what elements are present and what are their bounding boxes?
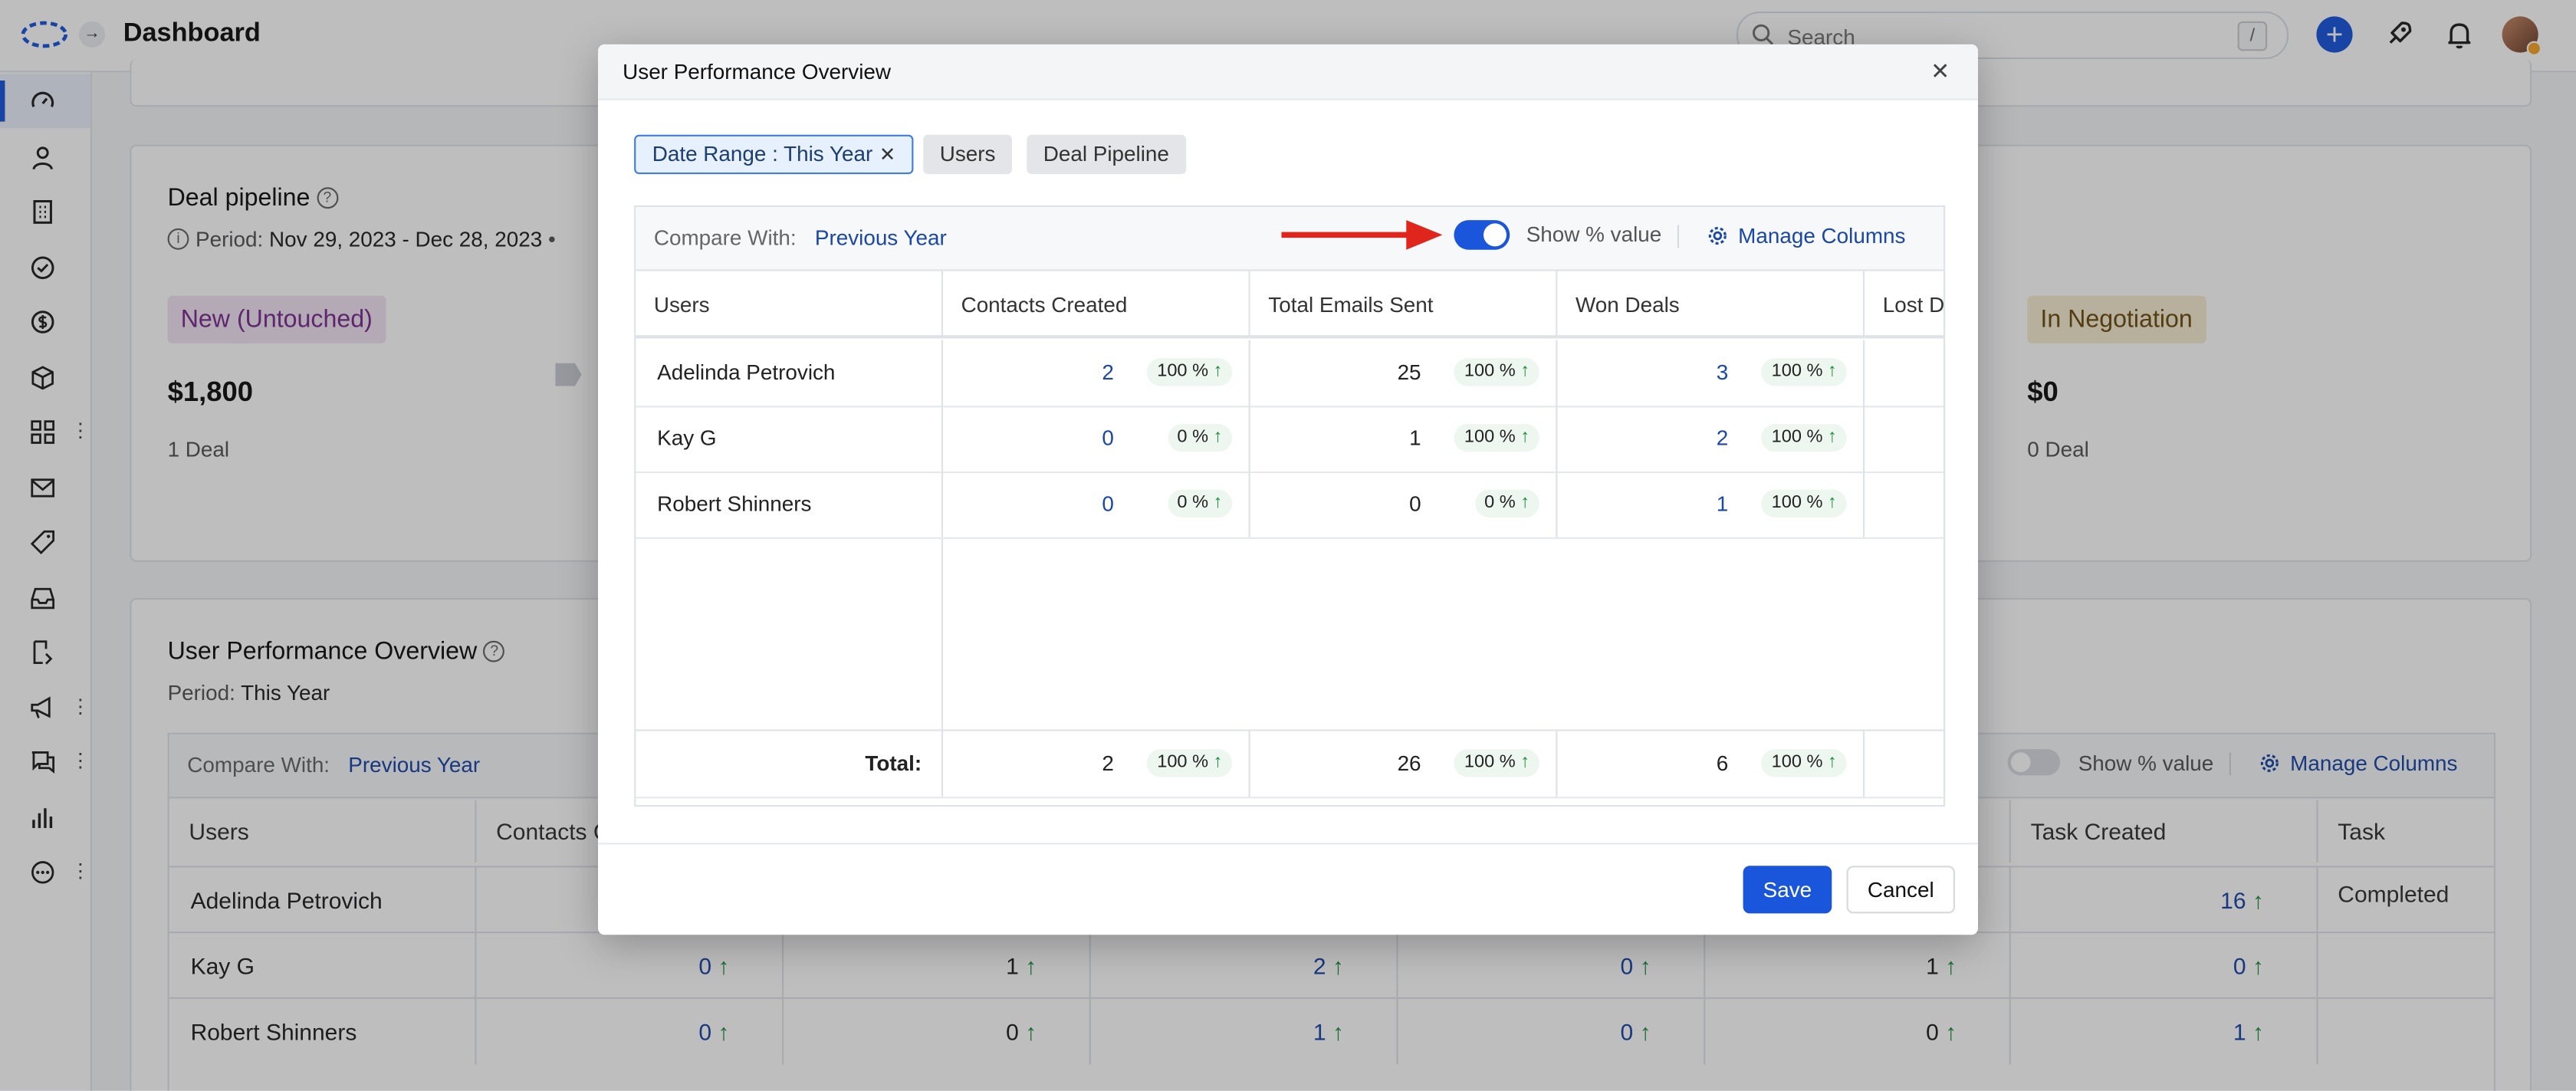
column-header-lost-deals[interactable]: Lost D: [1865, 271, 1944, 339]
remove-filter-icon[interactable]: ✕: [879, 136, 896, 173]
percent-badge: 100 % ↑: [1454, 749, 1539, 777]
percent-badge: 0 % ↑: [1167, 423, 1233, 452]
percent-badge: 100 % ↑: [1761, 358, 1847, 386]
cancel-button[interactable]: Cancel: [1846, 866, 1955, 914]
won-deals-value[interactable]: 1: [1717, 472, 1729, 537]
percent-badge: 100 % ↑: [1761, 423, 1847, 452]
up-arrow-icon: ↑: [1827, 752, 1837, 773]
emails-value: 0: [1409, 491, 1421, 516]
lost-deals-total-cell: [1865, 731, 1944, 797]
up-arrow-icon: ↑: [1827, 427, 1837, 447]
show-percent-toggle[interactable]: [1454, 220, 1510, 250]
up-arrow-icon: ↑: [1213, 361, 1223, 382]
percent-badge: 100 % ↑: [1147, 358, 1233, 386]
percent-badge: 100 % ↑: [1761, 489, 1847, 518]
emails-total-cell: 26 100 % ↑: [1250, 731, 1558, 797]
won-deals-cell: 3 100 % ↑: [1557, 340, 1865, 406]
table-row: Kay G 0 0 % ↑ 1 100 % ↑ 2 100 % ↑: [636, 406, 1944, 474]
user-name: Kay G: [636, 406, 943, 472]
up-arrow-icon: ↑: [1520, 361, 1530, 382]
filter-chip-deal-pipeline[interactable]: Deal Pipeline: [1027, 134, 1186, 175]
percent-badge: 100 % ↑: [1147, 749, 1233, 777]
emails-cell: 0 0 % ↑: [1250, 472, 1558, 537]
column-header-total-emails-sent[interactable]: Total Emails Sent: [1250, 271, 1558, 339]
table-total-row: Total: 2 100 % ↑ 26 100 % ↑ 6 100 % ↑: [636, 729, 1944, 799]
total-label: Total:: [865, 751, 922, 776]
up-arrow-icon: ↑: [1213, 427, 1223, 447]
column-header-users[interactable]: Users: [636, 271, 943, 339]
percent-badge: 0 % ↑: [1474, 489, 1539, 518]
gear-icon: [1708, 226, 1727, 245]
emails-value: 25: [1397, 360, 1421, 385]
modal-header: User Performance Overview ✕: [598, 44, 1978, 100]
up-arrow-icon: ↑: [1827, 492, 1837, 513]
user-name: Robert Shinners: [636, 472, 943, 537]
percent-badge: 100 % ↑: [1454, 358, 1539, 386]
won-deals-cell: 1 100 % ↑: [1557, 472, 1865, 537]
table-row: Robert Shinners 0 0 % ↑ 0 0 % ↑ 1 100 % ↑: [636, 472, 1944, 539]
won-deals-value[interactable]: 2: [1717, 406, 1729, 472]
contacts-value[interactable]: 2: [1102, 340, 1114, 406]
emails-value: 1: [1409, 426, 1421, 451]
won-deals-value[interactable]: 3: [1717, 340, 1729, 406]
contacts-value[interactable]: 0: [1102, 472, 1114, 537]
up-arrow-icon: ↑: [1520, 492, 1530, 513]
performance-table: Compare With: Previous Year Show % value…: [634, 205, 1946, 807]
emails-total: 26: [1397, 751, 1421, 776]
up-arrow-icon: ↑: [1520, 752, 1530, 773]
contacts-value[interactable]: 0: [1102, 406, 1114, 472]
table-empty-area: [636, 538, 1944, 730]
chip-label: Date Range : This Year: [652, 141, 873, 166]
modal-title: User Performance Overview: [623, 59, 892, 84]
modal-footer: Save Cancel: [598, 843, 1978, 935]
contacts-total-cell: 2 100 % ↑: [943, 731, 1250, 797]
contacts-cell: 0 0 % ↑: [943, 472, 1250, 537]
manage-columns-button[interactable]: Manage Columns: [1707, 223, 1905, 248]
total-label-cell: Total:: [636, 731, 943, 797]
emails-cell: 25 100 % ↑: [1250, 340, 1558, 406]
save-button[interactable]: Save: [1743, 866, 1832, 914]
column-header-won-deals[interactable]: Won Deals: [1557, 271, 1865, 339]
percent-badge: 100 % ↑: [1454, 423, 1539, 452]
user-performance-modal: User Performance Overview ✕ Date Range :…: [598, 44, 1978, 935]
won-deals-total: 6: [1716, 751, 1729, 776]
percent-badge: 0 % ↑: [1167, 489, 1233, 518]
user-name: Adelinda Petrovich: [636, 340, 943, 406]
contacts-total: 2: [1102, 751, 1114, 776]
up-arrow-icon: ↑: [1827, 361, 1837, 382]
won-deals-total-cell: 6 100 % ↑: [1557, 731, 1865, 797]
close-icon[interactable]: ✕: [1929, 59, 1952, 82]
up-arrow-icon: ↑: [1213, 752, 1223, 773]
compare-value[interactable]: Previous Year: [815, 225, 947, 250]
filter-chip-date-range[interactable]: Date Range : This Year ✕: [634, 134, 914, 175]
up-arrow-icon: ↑: [1520, 427, 1530, 447]
percent-badge: 100 % ↑: [1761, 749, 1847, 777]
won-deals-cell: 2 100 % ↑: [1557, 406, 1865, 472]
table-row: Adelinda Petrovich 2 100 % ↑ 25 100 % ↑ 3 …: [636, 340, 1944, 408]
lost-deals-cell: [1865, 472, 1944, 537]
lost-deals-cell: [1865, 406, 1944, 472]
filter-chip-users[interactable]: Users: [923, 134, 1012, 175]
lost-deals-cell: [1865, 340, 1944, 406]
emails-cell: 1 100 % ↑: [1250, 406, 1558, 472]
annotation-arrow-icon: [1281, 220, 1443, 250]
column-header-contacts-created[interactable]: Contacts Created: [943, 271, 1250, 339]
contacts-cell: 2 100 % ↑: [943, 340, 1250, 406]
divider: [1677, 225, 1679, 248]
compare-label: Compare With:: [653, 225, 797, 250]
up-arrow-icon: ↑: [1213, 492, 1223, 513]
toggle-label: Show % value: [1526, 222, 1662, 247]
contacts-cell: 0 0 % ↑: [943, 406, 1250, 472]
